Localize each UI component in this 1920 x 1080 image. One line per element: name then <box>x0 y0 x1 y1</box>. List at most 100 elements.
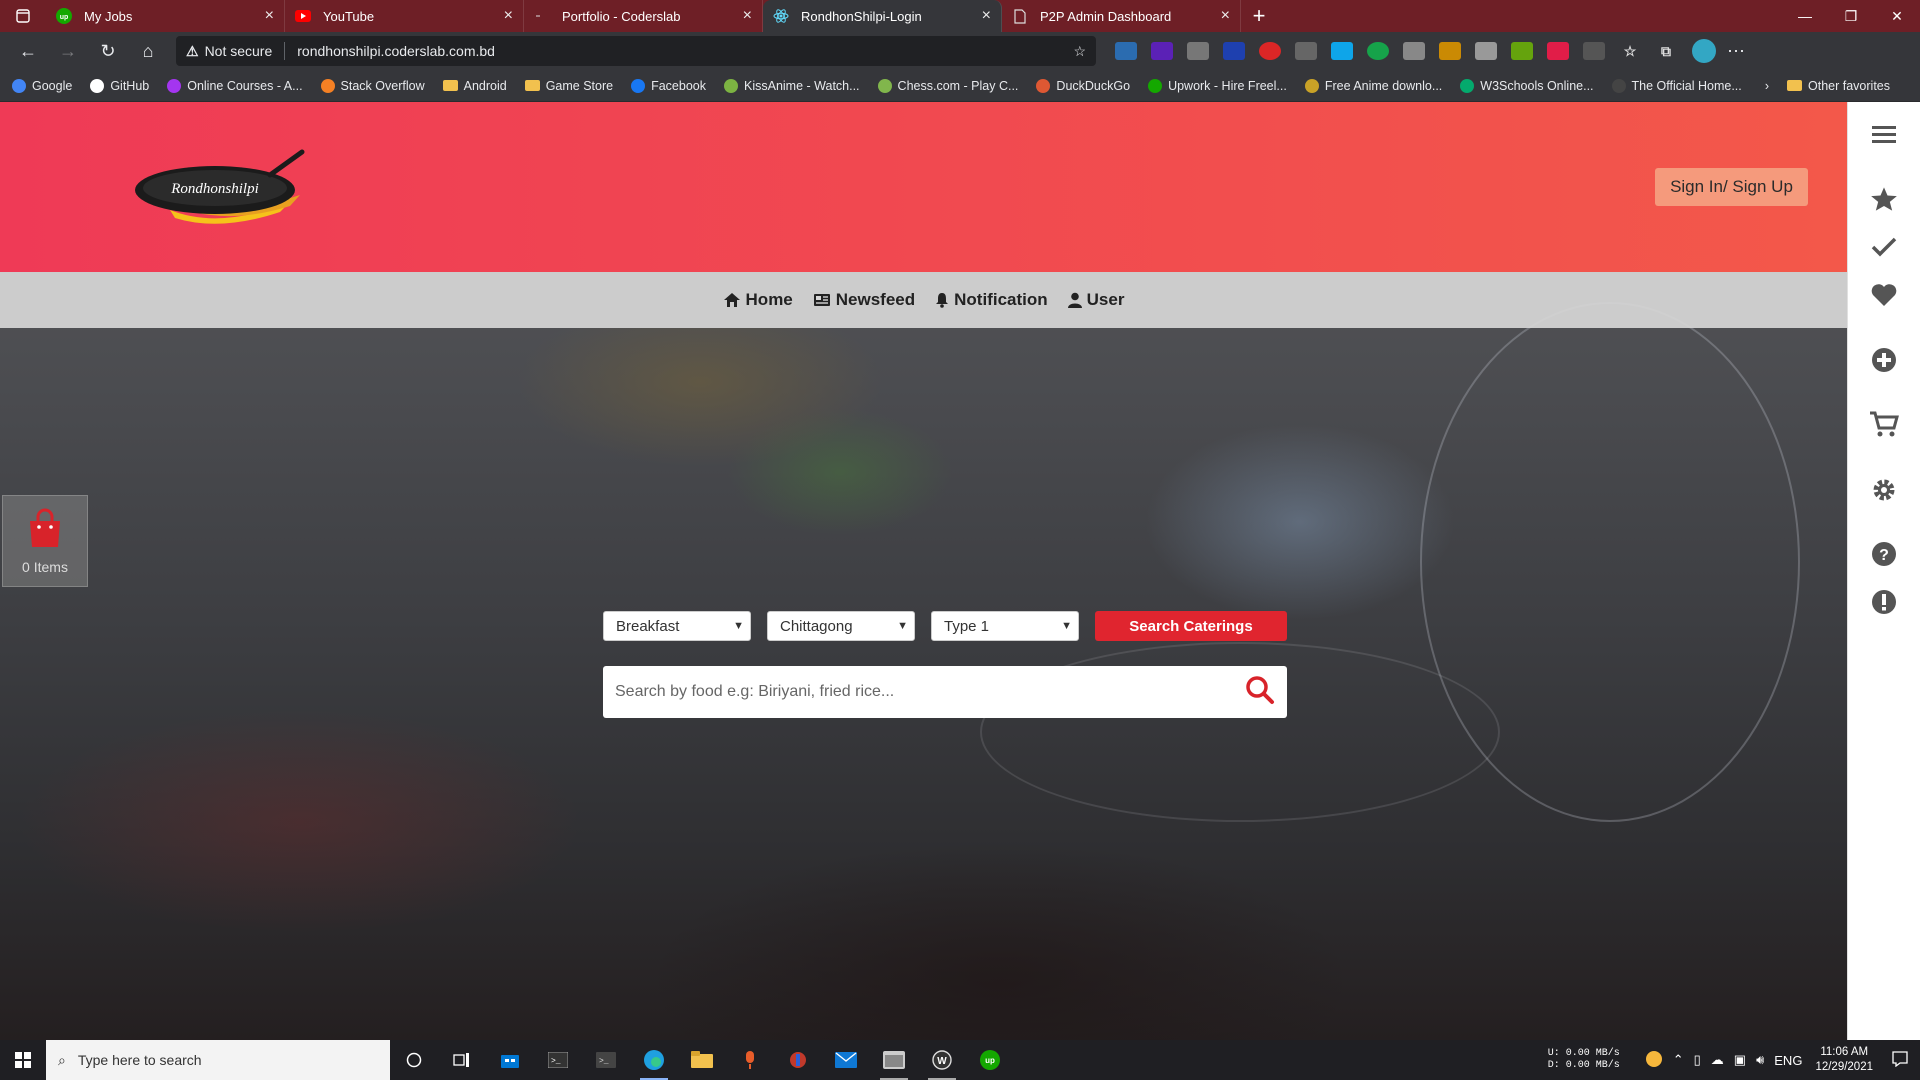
reload-icon[interactable]: ↻ <box>88 35 128 67</box>
wordpress-icon[interactable]: W <box>918 1040 966 1080</box>
close-tab-icon[interactable]: × <box>982 7 991 25</box>
plus-circle-icon[interactable] <box>1864 340 1904 380</box>
collections-icon[interactable]: ⧉ <box>1655 42 1677 60</box>
powershell-icon[interactable]: >_ <box>582 1040 630 1080</box>
floating-cart[interactable]: 0 Items <box>2 495 88 587</box>
windows-start-icon[interactable] <box>0 1040 46 1080</box>
extension-v-icon[interactable] <box>1295 42 1317 60</box>
alert-icon[interactable] <box>1864 582 1904 622</box>
add-favorite-icon[interactable]: ☆ <box>1073 43 1086 60</box>
meal-select[interactable]: Breakfast ▼ <box>603 611 751 641</box>
extension-bolt-icon[interactable] <box>1439 42 1461 60</box>
mail-icon[interactable] <box>822 1040 870 1080</box>
tab-actions-icon[interactable] <box>0 0 46 32</box>
microphone-icon[interactable] <box>726 1040 774 1080</box>
bookmark-kissanime[interactable]: KissAnime - Watch... <box>724 78 860 93</box>
back-icon[interactable]: ← <box>8 35 48 67</box>
adblock-icon[interactable] <box>1259 42 1281 60</box>
type-select[interactable]: Type 1 ▼ <box>931 611 1079 641</box>
restore-icon[interactable]: ❐ <box>1828 0 1874 32</box>
bookmark-free-anime[interactable]: Free Anime downlo... <box>1304 78 1442 93</box>
extension-color-icon[interactable] <box>1547 42 1569 60</box>
minimize-icon[interactable]: — <box>1782 0 1828 32</box>
extension-react-icon[interactable] <box>1223 42 1245 60</box>
profile-avatar[interactable] <box>1692 39 1716 63</box>
close-tab-icon[interactable]: × <box>743 7 752 25</box>
gear-icon[interactable] <box>1864 470 1904 510</box>
task-view-icon[interactable] <box>438 1040 486 1080</box>
nav-newsfeed[interactable]: Newsfeed <box>813 290 915 310</box>
city-select[interactable]: Chittagong ▼ <box>767 611 915 641</box>
bookmark-other-favorites[interactable]: Other favorites <box>1787 79 1890 93</box>
terminal-icon[interactable]: >_ <box>534 1040 582 1080</box>
new-tab-button[interactable]: + <box>1241 0 1277 32</box>
bookmark-facebook[interactable]: Facebook <box>631 78 706 93</box>
extension-download-icon[interactable] <box>1511 42 1533 60</box>
check-icon[interactable] <box>1864 227 1904 267</box>
warning-icon[interactable]: ⚠ <box>186 43 199 60</box>
sign-in-sign-up-button[interactable]: Sign In/ Sign Up <box>1655 168 1808 206</box>
bookmark-stackoverflow[interactable]: Stack Overflow <box>320 78 425 93</box>
home-button-icon[interactable]: ⌂ <box>128 35 168 67</box>
more-options-icon[interactable]: ⋯ <box>1716 35 1756 67</box>
extension-li-icon[interactable] <box>1331 42 1353 60</box>
upwork-app-icon[interactable]: up <box>966 1040 1014 1080</box>
bookmarks-overflow-icon[interactable]: › <box>1765 79 1769 93</box>
bookmark-folder-android[interactable]: Android <box>442 79 507 93</box>
ms-store-icon[interactable] <box>486 1040 534 1080</box>
notification-center-icon[interactable] <box>1892 1050 1908 1070</box>
menu-icon[interactable] <box>1864 114 1904 154</box>
file-explorer-icon[interactable] <box>678 1040 726 1080</box>
search-icon[interactable] <box>1245 675 1275 709</box>
bookmark-official-home[interactable]: The Official Home... <box>1611 78 1742 93</box>
clock[interactable]: 11:06 AM 12/29/2021 <box>1815 1045 1873 1075</box>
bookmark-upwork[interactable]: Upwork - Hire Freel... <box>1148 78 1287 93</box>
search-caterings-button[interactable]: Search Caterings <box>1095 611 1287 641</box>
extension-target-icon[interactable] <box>1367 42 1389 60</box>
onedrive-icon[interactable]: ☁ <box>1711 1052 1724 1068</box>
extension-new-icon[interactable] <box>1115 42 1137 60</box>
edge-browser-icon[interactable] <box>630 1040 678 1080</box>
bookmark-folder-game-store[interactable]: Game Store <box>524 79 613 93</box>
favorites-icon[interactable]: ☆ <box>1619 42 1641 60</box>
bookmark-w3schools[interactable]: W3Schools Online... <box>1460 78 1594 93</box>
extension-cloud-icon[interactable] <box>1187 42 1209 60</box>
question-icon[interactable]: ? <box>1864 534 1904 574</box>
bookmark-online-courses[interactable]: Online Courses - A... <box>167 78 303 93</box>
bookmark-github[interactable]: GitHub <box>90 78 149 93</box>
extension-11-icon[interactable] <box>1151 42 1173 60</box>
nav-user[interactable]: User <box>1067 290 1124 310</box>
bookmark-duckduckgo[interactable]: DuckDuckGo <box>1036 78 1130 93</box>
address-bar[interactable]: ⚠ Not secure rondhonshilpi.coderslab.com… <box>176 36 1096 66</box>
nav-home[interactable]: Home <box>723 290 793 310</box>
app-window-icon[interactable] <box>870 1040 918 1080</box>
close-tab-icon[interactable]: × <box>1221 7 1230 25</box>
snip-tool-icon[interactable] <box>774 1040 822 1080</box>
language-indicator[interactable]: ENG <box>1774 1053 1802 1068</box>
cart-icon[interactable] <box>1864 404 1904 444</box>
volume-icon[interactable]: 🔊︎ <box>1756 1052 1764 1068</box>
security-label[interactable]: Not secure <box>205 43 273 59</box>
heart-icon[interactable] <box>1864 275 1904 315</box>
weather-icon[interactable] <box>1645 1050 1663 1071</box>
tab-rondhonshilpi[interactable]: RondhonShilpi-Login × <box>763 0 1002 32</box>
device-icon[interactable]: ▯ <box>1694 1052 1701 1068</box>
tab-youtube[interactable]: YouTube × <box>285 0 524 32</box>
extensions-puzzle-icon[interactable] <box>1583 42 1605 60</box>
close-tab-icon[interactable]: × <box>265 7 274 25</box>
food-search-input[interactable] <box>615 683 1245 701</box>
bookmark-chess[interactable]: Chess.com - Play C... <box>877 78 1018 93</box>
tab-p2p-admin[interactable]: P2P Admin Dashboard × <box>1002 0 1241 32</box>
tab-portfolio[interactable]: Portfolio - Coderslab × <box>524 0 763 32</box>
taskbar-search[interactable]: ⌕ Type here to search <box>46 1040 390 1080</box>
forward-icon[interactable]: → <box>48 35 88 67</box>
close-window-icon[interactable]: ✕ <box>1874 0 1920 32</box>
bookmark-google[interactable]: Google <box>12 78 72 93</box>
site-logo[interactable]: Rondhonshilpi <box>130 140 310 230</box>
extension-copy-icon[interactable] <box>1403 42 1425 60</box>
cortana-icon[interactable] <box>390 1040 438 1080</box>
star-icon[interactable] <box>1864 179 1904 219</box>
network-icon[interactable]: ▣ <box>1734 1052 1746 1068</box>
url-text[interactable]: rondhonshilpi.coderslab.com.bd <box>297 43 495 59</box>
nav-notification[interactable]: Notification <box>935 290 1048 310</box>
